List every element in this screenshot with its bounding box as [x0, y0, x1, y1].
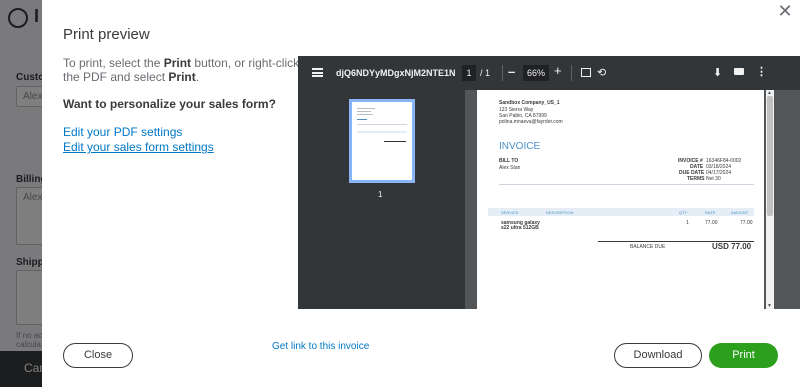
line-item-service-2: s22 ultra 512GB	[501, 225, 539, 231]
page-total: / 1	[480, 68, 491, 78]
print-preview-dialog: ✕ Print preview To print, select the Pri…	[42, 0, 800, 387]
toolbar-divider	[502, 65, 503, 81]
thumbnail-page-number: 1	[378, 190, 383, 199]
thumbnail-line	[357, 131, 407, 133]
line-item-amount: 77.00	[740, 220, 753, 226]
download-button[interactable]: Download	[614, 343, 702, 368]
pdf-scrollbar[interactable]: ▲ ▼	[766, 90, 774, 309]
terms-label: TERMS	[687, 176, 705, 182]
print-button[interactable]: Print	[709, 343, 778, 368]
balance-due-label: BALANCE DUE	[630, 244, 666, 250]
thumbnail-line	[357, 111, 371, 112]
thumbnail-line	[357, 124, 407, 125]
bill-to-label: BILL TO	[499, 158, 519, 164]
fit-page-icon[interactable]	[581, 68, 591, 77]
toolbar-divider	[571, 65, 572, 81]
page-thumbnail[interactable]	[349, 99, 415, 183]
invoice-company: Sandbox Company_US_1	[499, 100, 560, 106]
scrollbar-thumb[interactable]	[767, 96, 773, 216]
column-rate: RATE	[705, 210, 716, 215]
line-item-qty: 1	[686, 220, 689, 226]
column-qty: QTY	[679, 210, 688, 215]
invoice-divider	[499, 184, 754, 185]
invoice-heading: INVOICE	[499, 141, 541, 152]
thumbnail-sidebar: 1	[298, 90, 465, 309]
get-link-button[interactable]: Get link to this invoice	[272, 341, 369, 352]
thumbnail-line	[357, 114, 373, 115]
thumbnail-line	[357, 119, 367, 120]
scroll-down-icon[interactable]: ▼	[767, 303, 772, 309]
zoom-input[interactable]: 66%	[523, 65, 549, 81]
print-instructions: To print, select the Print button, or ri…	[63, 56, 300, 84]
terms: Net 30	[706, 176, 721, 182]
personalize-heading: Want to personalize your sales form?	[63, 97, 276, 111]
pdf-toolbar: djQ6NDYyMDgxNjM2NTE1NDE... 1 / 1 – 66% +…	[298, 56, 800, 90]
page-number-input[interactable]: 1	[462, 65, 476, 81]
rotate-icon[interactable]: ⟲	[597, 66, 606, 79]
close-button[interactable]: Close	[63, 343, 133, 368]
edit-sales-form-settings-link[interactable]: Edit your sales form settings	[63, 140, 214, 154]
line-item-rate: 77.00	[705, 220, 718, 226]
pdf-filename: djQ6NDYyMDgxNjM2NTE1NDE...	[336, 68, 456, 78]
menu-icon[interactable]	[312, 68, 323, 77]
close-icon[interactable]: ✕	[776, 2, 794, 20]
invoice-email: polina.mnaeva@fayrder.com	[499, 119, 563, 125]
zoom-in-icon[interactable]: +	[554, 63, 562, 78]
zoom-out-icon[interactable]: –	[508, 64, 515, 79]
print-icon[interactable]	[734, 68, 744, 75]
invoice-page: Sandbox Company_US_1 123 Sierra Way San …	[477, 90, 764, 309]
column-description: DESCRIPTION	[546, 210, 574, 215]
pdf-viewer: djQ6NDYyMDgxNjM2NTE1NDE... 1 / 1 – 66% +…	[298, 56, 800, 309]
thumbnail-line	[357, 108, 375, 109]
thumbnail-line	[384, 141, 406, 142]
download-icon[interactable]: ⬇	[713, 66, 722, 79]
bill-to-name: Alex Stan	[499, 165, 521, 171]
more-icon[interactable]: ⋮	[756, 65, 767, 78]
column-service: SERVICE	[501, 210, 519, 215]
column-amount: AMOUNT	[731, 210, 749, 215]
dialog-title: Print preview	[63, 26, 150, 43]
edit-pdf-settings-link[interactable]: Edit your PDF settings	[63, 125, 182, 139]
balance-due-amount: USD 77.00	[712, 242, 752, 251]
invoice-table-header: SERVICE DESCRIPTION QTY RATE AMOUNT	[488, 208, 754, 216]
